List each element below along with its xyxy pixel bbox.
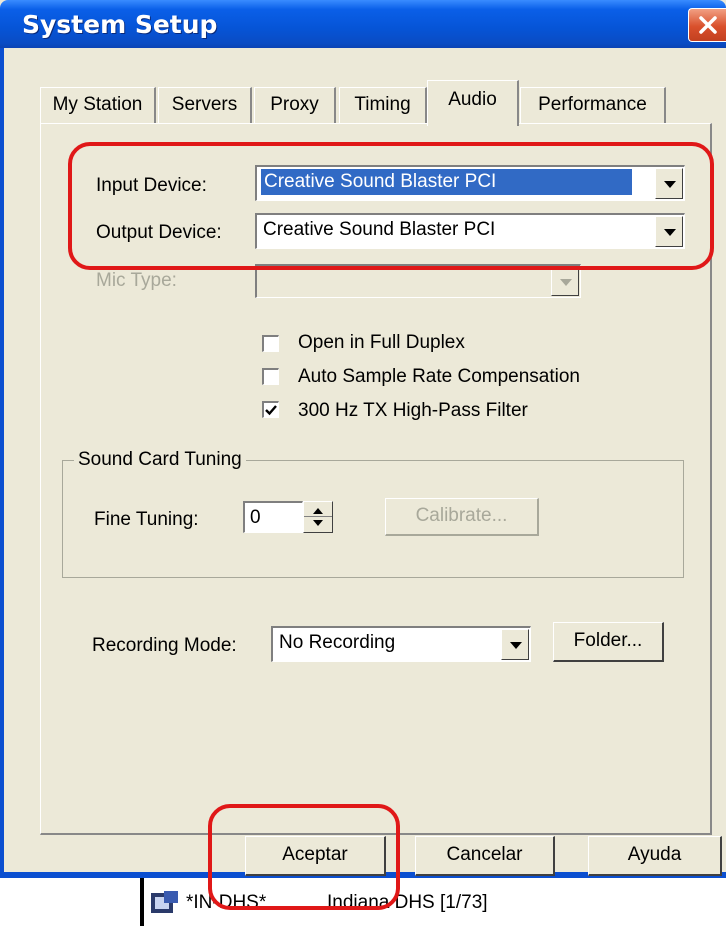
taskbar-app-icon [151, 891, 178, 913]
tab-label: Proxy [270, 94, 319, 115]
fine-tuning-value: 0 [250, 507, 261, 528]
checkmark-icon [265, 405, 277, 416]
high-pass-filter-checkbox[interactable] [262, 401, 279, 418]
spinner-divider [304, 516, 332, 517]
full-duplex-label: Open in Full Duplex [298, 332, 465, 353]
full-duplex-checkbox[interactable] [262, 335, 279, 352]
help-button[interactable]: Ayuda [588, 836, 722, 876]
tab-my-station[interactable]: My Station [40, 87, 156, 123]
window-frame-left [0, 48, 4, 878]
tab-label: Performance [538, 94, 647, 115]
help-label: Ayuda [627, 844, 682, 865]
fine-tuning-input[interactable]: 0 [243, 501, 303, 533]
auto-sample-rate-checkbox[interactable] [262, 368, 279, 385]
fine-tuning-label: Fine Tuning: [94, 509, 199, 530]
tab-performance[interactable]: Performance [520, 87, 666, 123]
recording-mode-value: No Recording [279, 632, 396, 653]
sound-card-tuning-label: Sound Card Tuning [74, 449, 246, 471]
close-button[interactable] [688, 8, 726, 42]
dropdown-arrow-icon[interactable] [551, 267, 579, 296]
title-bar[interactable]: System Setup [0, 0, 726, 48]
ok-highlight-annotation [208, 804, 400, 910]
window-title: System Setup [22, 10, 218, 39]
dropdown-arrow-icon[interactable] [501, 629, 529, 660]
tab-label: Servers [171, 94, 238, 115]
auto-sample-rate-label: Auto Sample Rate Compensation [298, 366, 580, 387]
tab-label: My Station [52, 94, 143, 115]
high-pass-filter-label: 300 Hz TX High-Pass Filter [298, 400, 528, 421]
tab-label: Timing [354, 94, 411, 115]
tab-servers[interactable]: Servers [158, 87, 252, 123]
calibrate-label: Calibrate... [415, 505, 508, 526]
spinner-down-icon[interactable] [313, 520, 323, 526]
folder-button[interactable]: Folder... [553, 622, 664, 662]
recording-mode-select[interactable]: No Recording [271, 626, 531, 662]
close-icon [699, 16, 717, 34]
spinner-up-icon[interactable] [313, 508, 323, 514]
calibrate-button[interactable]: Calibrate... [385, 498, 539, 536]
tab-timing[interactable]: Timing [339, 87, 427, 123]
tab-proxy[interactable]: Proxy [254, 87, 336, 123]
tab-label: Audio [448, 89, 497, 110]
fine-tuning-spinner[interactable] [303, 501, 333, 533]
system-setup-dialog: System Setup My Station Servers Proxy Ti… [0, 0, 726, 878]
mic-type-label: Mic Type: [96, 270, 177, 291]
cancel-label: Cancelar [446, 844, 523, 865]
recording-mode-label: Recording Mode: [92, 635, 237, 656]
device-highlight-annotation [68, 142, 714, 270]
folder-label: Folder... [573, 630, 643, 651]
tab-audio[interactable]: Audio [427, 80, 519, 126]
cancel-button[interactable]: Cancelar [415, 836, 555, 876]
